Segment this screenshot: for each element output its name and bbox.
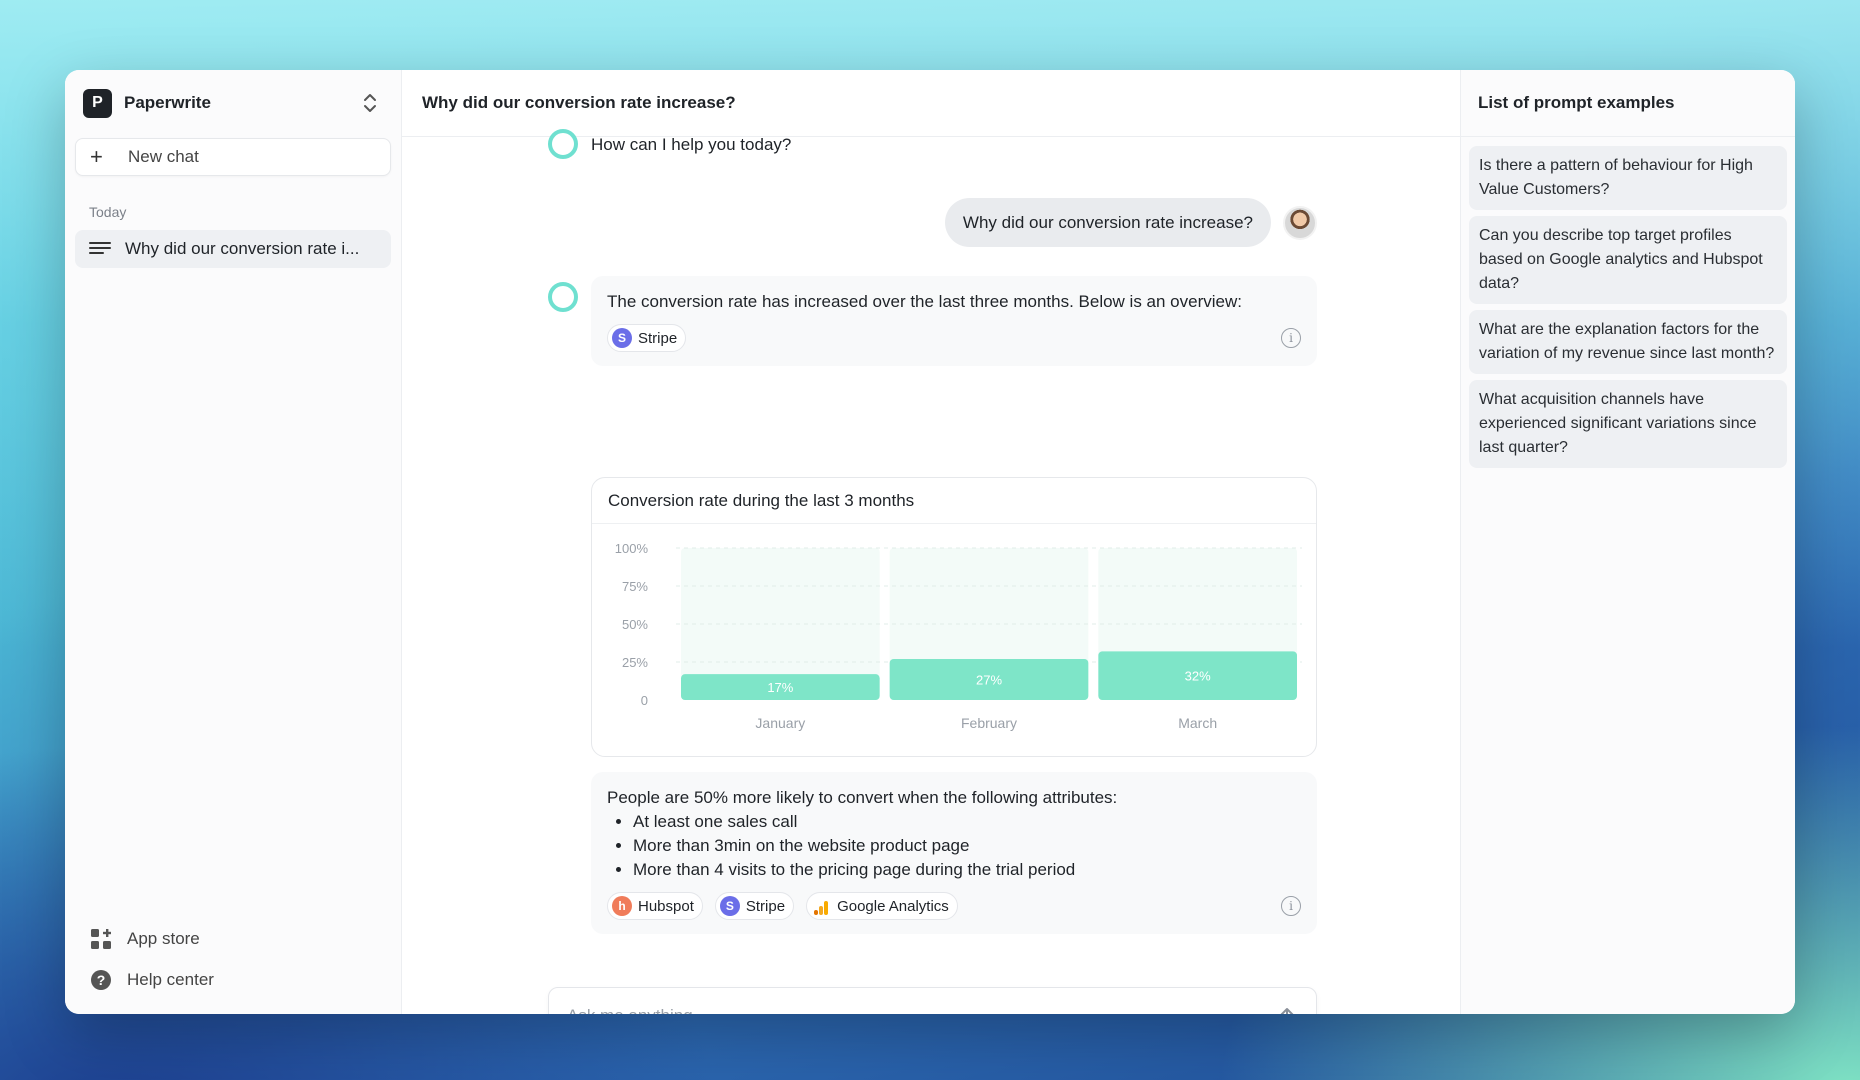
source-chip-google-analytics[interactable]: Google Analytics	[806, 892, 958, 920]
app-window: P Paperwrite + New chat Today Why did ou…	[65, 70, 1795, 1014]
source-label: Google Analytics	[837, 897, 949, 915]
help-center-link[interactable]: ? Help center	[75, 959, 391, 1000]
chat-input-box[interactable]	[548, 987, 1317, 1014]
source-chip-stripe[interactable]: S Stripe	[607, 324, 687, 352]
send-arrow-icon[interactable]	[1276, 1005, 1298, 1014]
user-avatar	[1283, 206, 1317, 240]
new-chat-label: New chat	[128, 147, 199, 166]
data-label: 32%	[1185, 669, 1211, 684]
list-item: More than 4 visits to the pricing page d…	[633, 858, 1301, 882]
plus-icon: +	[90, 144, 103, 169]
source-chip-stripe[interactable]: S Stripe	[714, 892, 795, 920]
source-chip-hubspot[interactable]: h Hubspot	[607, 892, 703, 920]
x-tick-label: March	[1178, 715, 1217, 731]
y-tick-label: 100%	[615, 541, 649, 556]
list-item: At least one sales call	[633, 810, 1301, 834]
info-icon[interactable]: i	[1281, 896, 1301, 916]
prompt-example[interactable]: What are the explanation factors for the…	[1469, 310, 1787, 374]
source-list: S Stripe i	[607, 324, 1301, 352]
prompt-examples-title: List of prompt examples	[1461, 70, 1795, 137]
y-tick-label: 50%	[622, 617, 648, 632]
assistant-avatar	[548, 282, 578, 312]
chart-title: Conversion rate during the last 3 months	[592, 478, 1316, 524]
user-message: Why did our conversion rate increase?	[944, 198, 1271, 247]
assistant-avatar	[548, 129, 578, 159]
prompt-example[interactable]: What acquisition channels have experienc…	[1469, 380, 1787, 468]
chat-messages[interactable]: How can I help you today? Why did our co…	[402, 129, 1460, 1014]
sidebar: P Paperwrite + New chat Today Why did ou…	[65, 70, 402, 1014]
history-section-label: Today	[89, 204, 127, 220]
source-label: Stripe	[745, 897, 786, 915]
insight-list: At least one sales call More than 3min o…	[607, 810, 1301, 882]
help-center-label: Help center	[127, 969, 214, 989]
data-label: 17%	[767, 680, 793, 695]
stripe-icon: S	[719, 896, 740, 916]
app-store-icon	[89, 927, 113, 951]
prompt-list: Is there a pattern of behaviour for High…	[1461, 137, 1795, 468]
prompt-example[interactable]: Is there a pattern of behaviour for High…	[1469, 146, 1787, 210]
assistant-insight: People are 50% more likely to convert wh…	[591, 772, 1317, 934]
chart-card: Conversion rate during the last 3 months…	[591, 477, 1317, 757]
text-lines-icon	[89, 242, 111, 254]
data-label: 27%	[976, 672, 1002, 687]
help-icon: ?	[89, 968, 113, 992]
answer-text: The conversion rate has increased over t…	[607, 292, 1242, 311]
google-analytics-icon	[811, 896, 831, 916]
prompt-example[interactable]: Can you describe top target profiles bas…	[1469, 216, 1787, 304]
x-tick-label: January	[755, 715, 805, 731]
new-chat-button[interactable]: + New chat	[75, 138, 391, 176]
chevron-up-down-icon[interactable]	[361, 92, 379, 114]
source-label: Hubspot	[638, 897, 694, 915]
assistant-answer: The conversion rate has increased over t…	[591, 276, 1317, 366]
x-tick-label: February	[961, 715, 1017, 731]
history-item[interactable]: Why did our conversion rate i...	[75, 230, 391, 268]
workspace-switcher[interactable]: P Paperwrite	[75, 70, 391, 136]
insight-intro: People are 50% more likely to convert wh…	[607, 788, 1118, 807]
y-tick-label: 75%	[622, 579, 648, 594]
chat-input[interactable]	[567, 1006, 1276, 1014]
workspace-logo: P	[83, 88, 112, 118]
sidebar-footer: App store ? Help center	[75, 918, 391, 1000]
assistant-greeting: How can I help you today?	[591, 135, 792, 154]
stripe-icon: S	[612, 328, 632, 348]
app-store-link[interactable]: App store	[75, 918, 391, 959]
history-item-label: Why did our conversion rate i...	[125, 239, 360, 258]
source-list: h Hubspot S Stripe Google Analytics i	[607, 892, 1301, 920]
bar-chart: 0 25% 50% 75% 100% 17% January 27% February 32% Ma…	[615, 541, 1302, 731]
workspace-name: Paperwrite	[124, 93, 211, 112]
chat-panel: Why did our conversion rate increase? Ho…	[402, 70, 1461, 1014]
info-icon[interactable]: i	[1281, 328, 1301, 348]
svg-text:?: ?	[97, 972, 106, 988]
y-tick-label: 25%	[622, 655, 648, 670]
chat-title: Why did our conversion rate increase?	[402, 70, 1460, 137]
hubspot-icon: h	[612, 896, 632, 916]
prompt-examples-panel: List of prompt examples Is there a patte…	[1461, 70, 1795, 1014]
y-tick-label: 0	[641, 693, 648, 708]
source-label: Stripe	[638, 329, 678, 347]
list-item: More than 3min on the website product pa…	[633, 834, 1301, 858]
app-store-label: App store	[127, 928, 200, 948]
